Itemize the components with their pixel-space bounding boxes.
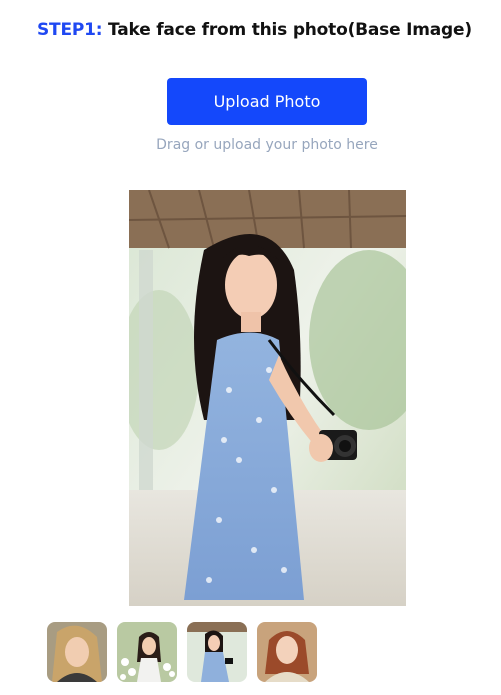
- upload-hint: Drag or upload your photo here: [156, 137, 378, 153]
- step-label: STEP1:: [37, 20, 103, 40]
- thumbnail-flower-field[interactable]: [117, 622, 177, 682]
- step-heading: STEP1: Take face from this photo(Base Im…: [37, 20, 472, 40]
- thumbnail-woman-camera[interactable]: [187, 622, 247, 682]
- thumbnail-blonde-woman[interactable]: [47, 622, 107, 682]
- base-image-preview: [129, 190, 406, 606]
- upload-photo-button[interactable]: Upload Photo: [167, 78, 367, 125]
- step-instruction: Take face from this photo(Base Image): [102, 20, 472, 40]
- thumbnail-redhead-woman[interactable]: [257, 622, 317, 682]
- sample-thumbnails: [47, 622, 317, 682]
